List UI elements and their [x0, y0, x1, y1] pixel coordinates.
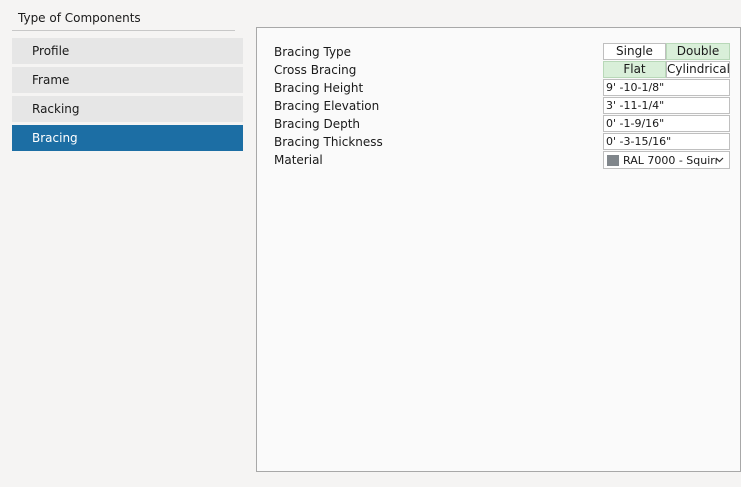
bracing-thickness-label: Bracing Thickness [274, 135, 383, 149]
bracing-depth-label: Bracing Depth [274, 117, 361, 131]
cross-bracing-cylindrical-button[interactable]: Cylindrical [666, 61, 730, 78]
title-divider [12, 30, 235, 31]
cross-bracing-toggle: Flat Cylindrical [603, 61, 730, 79]
chevron-down-icon [715, 157, 724, 163]
material-select[interactable]: RAL 7000 - Squirrel grey [603, 151, 730, 169]
material-label: Material [274, 153, 323, 167]
bracing-elevation-field[interactable] [603, 97, 730, 114]
bracing-height-field[interactable] [603, 79, 730, 96]
nav-item-racking[interactable]: Racking [12, 96, 243, 122]
components-window: Type of Components Profile Frame Racking… [0, 0, 741, 487]
bracing-elevation-label: Bracing Elevation [274, 99, 380, 113]
material-color-swatch [607, 154, 619, 166]
bracing-thickness-field[interactable] [603, 133, 730, 150]
bracing-type-double-button[interactable]: Double [666, 43, 730, 60]
bracing-type-label: Bracing Type [274, 45, 352, 59]
bracing-depth-field[interactable] [603, 115, 730, 132]
nav-item-bracing[interactable]: Bracing [12, 125, 243, 151]
nav-item-frame[interactable]: Frame [12, 67, 243, 93]
nav-item-profile[interactable]: Profile [12, 38, 243, 64]
component-type-list: Profile Frame Racking Bracing [12, 38, 243, 154]
material-value: RAL 7000 - Squirrel grey [623, 153, 717, 167]
cross-bracing-label: Cross Bracing [274, 63, 357, 77]
bracing-type-single-button[interactable]: Single [603, 43, 666, 60]
bracing-height-label: Bracing Height [274, 81, 364, 95]
property-labels: Bracing Type Cross Bracing Bracing Heigh… [274, 44, 383, 170]
bracing-type-toggle: Single Double [603, 43, 730, 61]
cross-bracing-flat-button[interactable]: Flat [603, 61, 666, 78]
property-controls: Single Double Flat Cylindrical RAL 7000 … [603, 43, 730, 169]
section-title: Type of Components [18, 11, 141, 25]
